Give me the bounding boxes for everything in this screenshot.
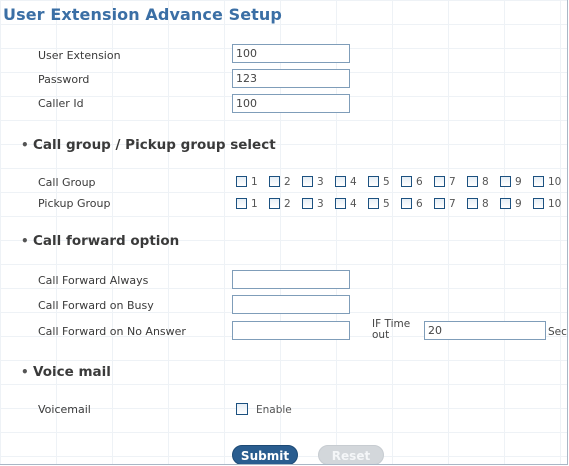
checkbox-icon[interactable] [302,176,313,187]
user-extension-label: User Extension [38,49,121,62]
pickup-group-checkbox-label: 6 [416,198,423,210]
checkbox-icon[interactable] [401,176,412,187]
password-input[interactable]: 123 [232,69,350,88]
pickup-group-checkbox-label: 10 [548,198,562,210]
call-forward-busy-input[interactable] [232,295,350,314]
call-forward-busy-label: Call Forward on Busy [38,299,154,312]
checkbox-icon[interactable] [533,176,544,187]
call-group-checkbox-label: 8 [482,176,489,188]
call-group-checkbox-label: 1 [251,176,258,188]
checkbox-icon[interactable] [269,198,280,209]
timeout-input[interactable]: 20 [424,321,546,340]
user-extension-advance-setup-page: User Extension Advance Setup User Extens… [0,0,568,465]
submit-button[interactable]: Submit [232,445,298,464]
call-group-checkbox-label: 6 [416,176,423,188]
call-group-checkbox-label: 5 [383,176,390,188]
call-group-checkbox-label: 9 [515,176,522,188]
page-title: User Extension Advance Setup [3,5,282,24]
timeout-unit-label: Sec [548,326,567,338]
call-group-checkbox-label: 4 [350,176,357,188]
pickup-group-checkbox-label: 5 [383,198,390,210]
bullet-icon: • [21,365,29,379]
checkbox-icon[interactable] [236,198,247,209]
checkbox-icon[interactable] [236,176,247,187]
checkbox-icon[interactable] [467,198,478,209]
checkbox-icon[interactable] [269,176,280,187]
reset-button[interactable]: Reset [318,445,384,464]
checkbox-icon[interactable] [434,176,445,187]
pickup-group-label: Pickup Group [38,197,111,210]
call-forward-always-label: Call Forward Always [38,274,149,287]
pickup-group-checkbox-label: 7 [449,198,456,210]
user-extension-input[interactable]: 100 [232,44,350,63]
call-group-checkbox-label: 2 [284,176,291,188]
voicemail-section-title: Voice mail [33,364,111,380]
pickup-group-checkbox-label: 9 [515,198,522,210]
call-group-checkbox-label: 7 [449,176,456,188]
timeout-label: IF Time out [372,318,411,341]
checkbox-icon[interactable] [401,198,412,209]
bullet-icon: • [21,138,29,152]
call-group-section-heading: • Call group / Pickup group select [21,137,276,153]
call-forward-section-heading: • Call forward option [21,233,179,249]
checkbox-icon[interactable] [500,176,511,187]
bullet-icon: • [21,234,29,248]
pickup-group-checkbox-label: 8 [482,198,489,210]
checkbox-icon[interactable] [368,198,379,209]
checkbox-icon[interactable] [302,198,313,209]
call-group-section-title: Call group / Pickup group select [33,137,276,153]
caller-id-input[interactable]: 100 [232,94,350,113]
checkbox-icon[interactable] [434,198,445,209]
checkbox-icon[interactable] [335,198,346,209]
checkbox-icon[interactable] [500,198,511,209]
voicemail-enable-checkbox[interactable] [236,403,248,415]
call-forward-section-title: Call forward option [33,233,180,249]
checkbox-icon[interactable] [335,176,346,187]
pickup-group-checkbox-label: 4 [350,198,357,210]
password-label: Password [38,73,90,86]
caller-id-label: Caller Id [38,97,84,110]
checkbox-icon[interactable] [368,176,379,187]
call-forward-no-answer-input[interactable] [232,321,350,340]
voicemail-enable-label: Enable [256,404,292,416]
checkbox-icon[interactable] [533,198,544,209]
call-group-label: Call Group [38,176,96,189]
voicemail-label: Voicemail [38,403,91,416]
call-group-checkbox-label: 3 [317,176,324,188]
checkbox-icon[interactable] [467,176,478,187]
call-forward-no-answer-label: Call Forward on No Answer [38,325,186,338]
pickup-group-checkbox-label: 2 [284,198,291,210]
call-forward-always-input[interactable] [232,270,350,289]
pickup-group-checkbox-label: 3 [317,198,324,210]
pickup-group-checkbox-label: 1 [251,198,258,210]
voicemail-section-heading: • Voice mail [21,364,111,380]
call-group-checkbox-label: 10 [548,176,562,188]
